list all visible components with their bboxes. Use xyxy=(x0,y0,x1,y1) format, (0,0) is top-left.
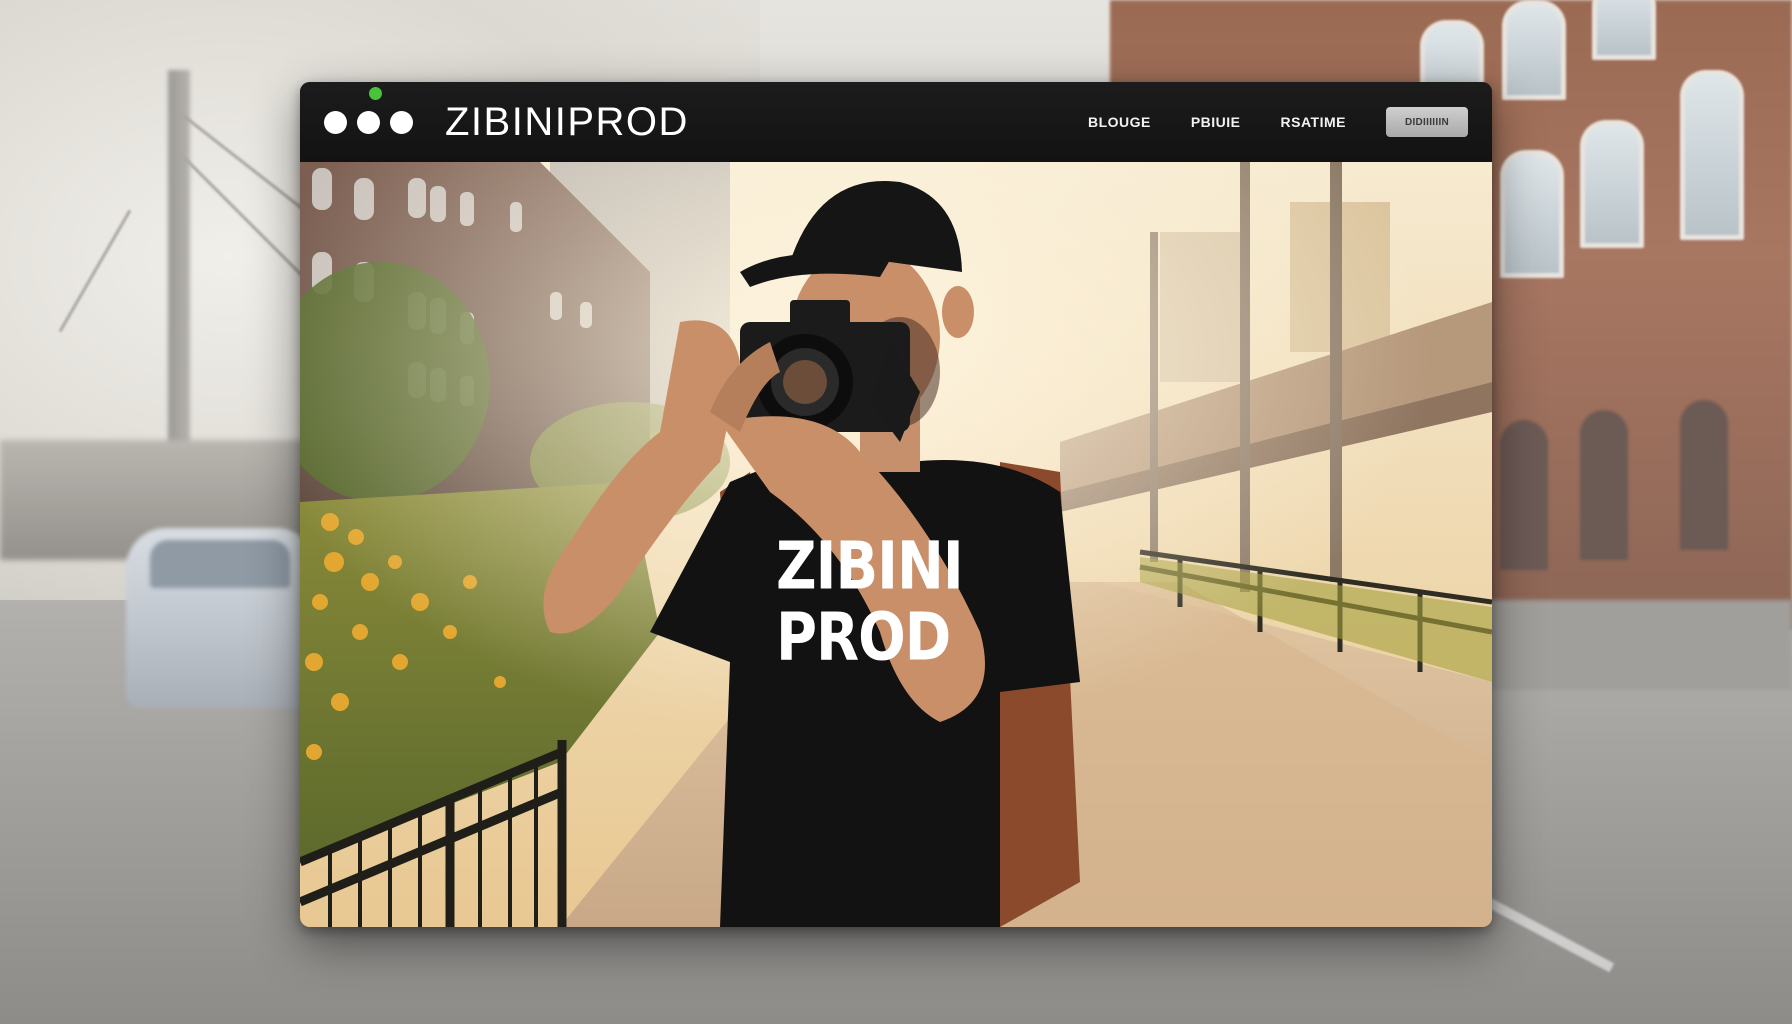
building-window xyxy=(1592,0,1656,60)
car-windshield xyxy=(150,540,290,588)
camera-glass xyxy=(783,360,827,404)
nav-link-pbiuie[interactable]: PBIUIE xyxy=(1191,114,1241,130)
building-window xyxy=(1580,120,1644,248)
window-dot-icon[interactable] xyxy=(324,111,347,134)
browser-window: ZIBINIPROD BLOUGE PBIUIE RSATIME DIDIIII… xyxy=(300,82,1492,927)
building-window xyxy=(1500,150,1564,278)
building-arch xyxy=(1500,420,1548,570)
window-dot-icon[interactable] xyxy=(357,111,380,134)
shirt-print: ZIBINI PROD xyxy=(776,528,976,676)
title-bar: ZIBINIPROD BLOUGE PBIUIE RSATIME DIDIIII… xyxy=(300,82,1492,162)
building-window xyxy=(1502,0,1566,100)
building-arch xyxy=(1680,400,1728,550)
top-nav: BLOUGE PBIUIE RSATIME DIDIIIIIIN xyxy=(1088,106,1468,138)
nav-cta-button[interactable]: DIDIIIIIIN xyxy=(1386,107,1468,137)
building-arch xyxy=(1580,410,1628,560)
site-logo[interactable]: ZIBINIPROD xyxy=(445,100,689,145)
shirt-text-line1: ZIBINI xyxy=(776,528,964,606)
nav-link-rsatime[interactable]: RSATIME xyxy=(1281,114,1346,130)
camera-viewfinder xyxy=(790,300,850,330)
status-indicator-dot xyxy=(369,87,382,100)
nav-link-blouge[interactable]: BLOUGE xyxy=(1088,114,1151,130)
window-dot-icon[interactable] xyxy=(390,111,413,134)
building-window xyxy=(1680,70,1744,240)
window-controls xyxy=(324,111,413,134)
shirt-text-line2: PROD xyxy=(776,599,951,676)
hero-photo: ZIBINI PROD xyxy=(300,162,1492,927)
ear xyxy=(942,286,974,338)
